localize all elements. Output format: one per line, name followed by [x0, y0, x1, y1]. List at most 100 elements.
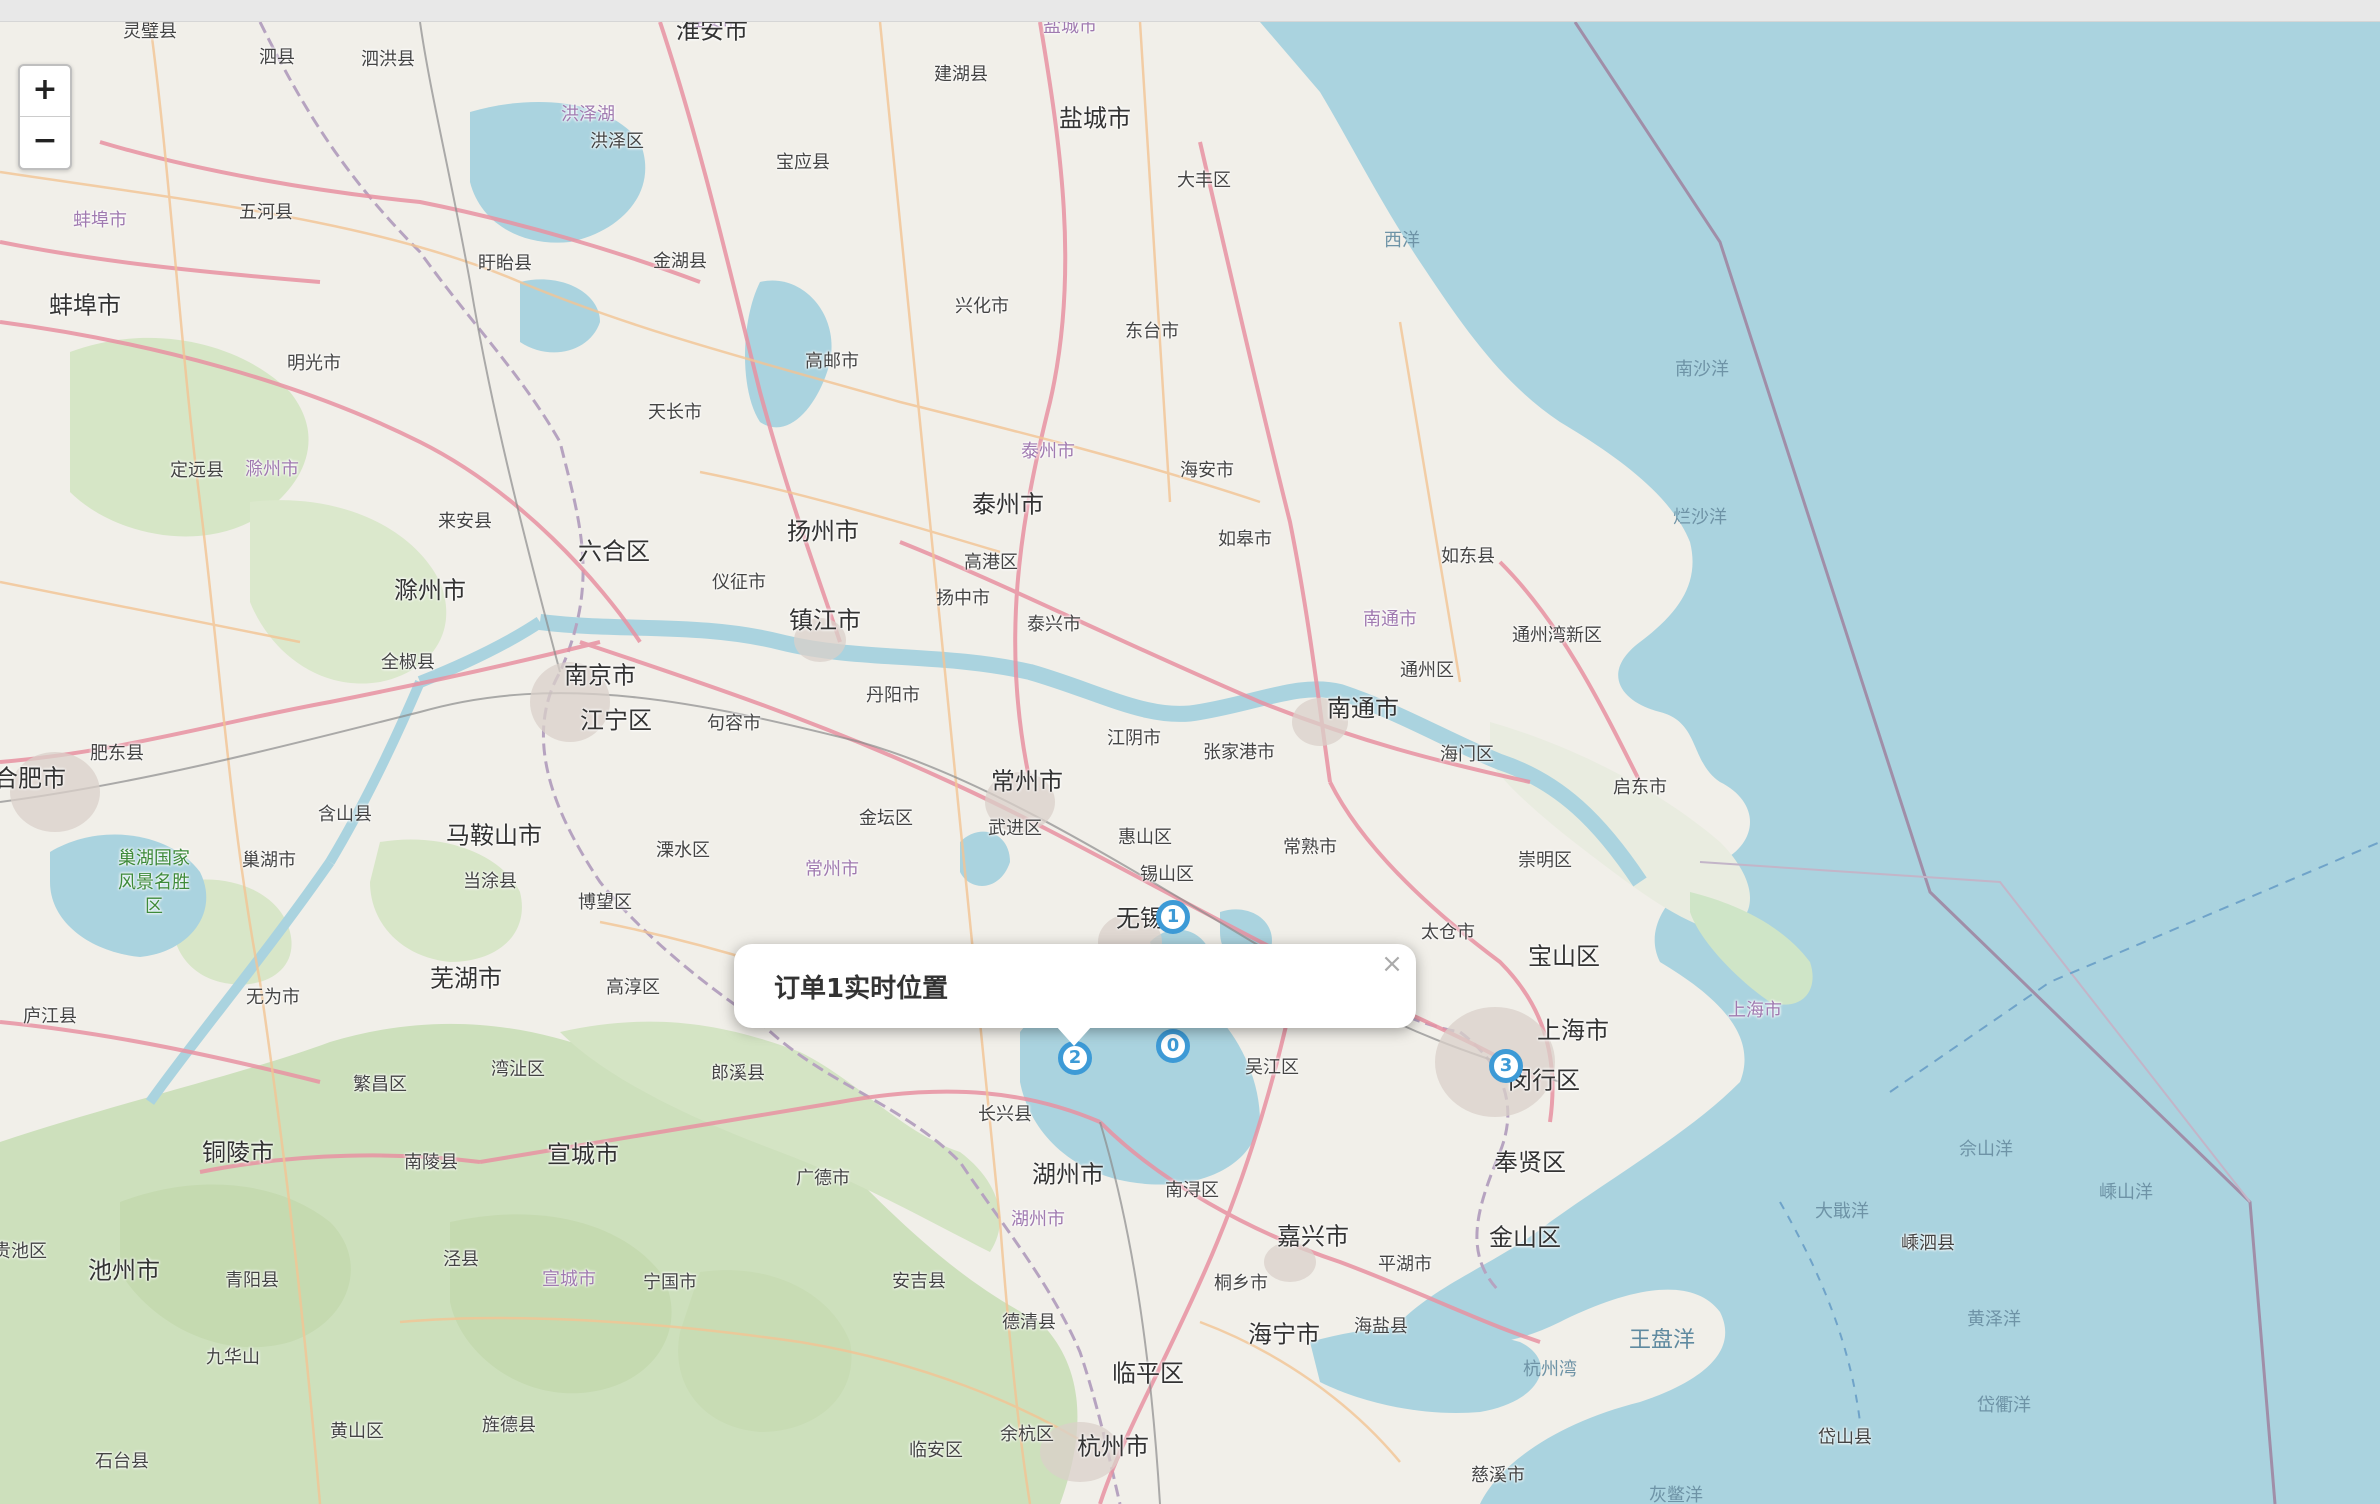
town-label: 盱眙县: [478, 253, 532, 274]
city-label: 池州市: [88, 1256, 160, 1285]
town-label: 长兴县: [978, 1104, 1032, 1125]
sea-label: 王盘洋: [1628, 1328, 1696, 1353]
region-label: 泰州市: [1021, 441, 1075, 462]
town-label: 含山县: [318, 804, 372, 825]
town-label: 常熟市: [1283, 837, 1337, 858]
town-label: 石台县: [95, 1451, 149, 1472]
popup-close-button[interactable]: ×: [1378, 950, 1406, 978]
city-label: 宣城市: [547, 1140, 619, 1169]
town-label: 繁昌区: [353, 1074, 407, 1095]
city-label: 镇江市: [789, 606, 861, 635]
city-label: 江宁区: [580, 706, 652, 735]
park-label: 巢湖国家 风景名胜 区: [118, 848, 190, 917]
city-label: 马鞍山市: [446, 821, 542, 850]
town-label: 丹阳市: [866, 685, 920, 706]
town-label: 岱山县: [1818, 1427, 1872, 1448]
city-label: 泰州市: [972, 490, 1044, 519]
city-label: 嘉兴市: [1277, 1222, 1349, 1251]
town-label: 吴江区: [1245, 1057, 1299, 1078]
popup-tip: [1056, 1026, 1092, 1046]
zoom-out-button[interactable]: −: [20, 117, 70, 167]
city-label: 海宁市: [1248, 1320, 1320, 1349]
town-label: 海门区: [1440, 744, 1494, 765]
city-label: 滁州市: [394, 576, 466, 605]
town-label: 平湖市: [1378, 1254, 1432, 1275]
city-label: 临平区: [1112, 1359, 1184, 1388]
sea-label: 南沙洋: [1675, 359, 1729, 380]
sea-label: 灰鳖洋: [1649, 1485, 1703, 1504]
town-label: 临安区: [909, 1440, 963, 1461]
town-label: 南陵县: [404, 1152, 458, 1173]
town-label: 泗洪县: [361, 49, 415, 70]
town-label: 宁国市: [643, 1272, 697, 1293]
sea-label: 嵊山洋: [2099, 1182, 2153, 1203]
city-label: 金山区: [1489, 1223, 1561, 1252]
town-label: 泰兴市: [1027, 614, 1081, 635]
town-label: 建湖县: [934, 64, 988, 85]
town-label: 余杭区: [1000, 1424, 1054, 1445]
location-popup: 订单1实时位置 ×: [734, 944, 1416, 1046]
town-label: 句容市: [707, 713, 761, 734]
town-label: 启东市: [1613, 777, 1667, 798]
region-label: 常州市: [805, 859, 859, 880]
city-label: 上海市: [1537, 1016, 1609, 1045]
town-label: 海安市: [1180, 460, 1234, 481]
city-label: 奉贤区: [1494, 1148, 1566, 1177]
town-label: 安吉县: [892, 1271, 946, 1292]
sea-label: 黄泽洋: [1967, 1309, 2021, 1330]
town-label: 高港区: [964, 552, 1018, 573]
location-marker-2[interactable]: 2: [1058, 1041, 1092, 1075]
town-label: 巢湖市: [242, 850, 296, 871]
city-label: 铜陵市: [202, 1138, 274, 1167]
town-label: 无为市: [246, 987, 300, 1008]
city-label: 六合区: [578, 537, 650, 566]
region-label: 滁州市: [245, 459, 299, 480]
region-label: 宣城市: [542, 1269, 596, 1290]
popup-title: 订单1实时位置: [774, 974, 949, 1004]
region-label: 盐城市: [1043, 22, 1097, 37]
region-label: 洪泽湖: [561, 104, 615, 125]
location-marker-0[interactable]: 0: [1156, 1029, 1190, 1063]
town-label: 泗县: [259, 47, 295, 68]
city-label: 合肥市: [0, 764, 66, 793]
town-label: 九华山: [206, 1347, 260, 1368]
town-label: 兴化市: [955, 296, 1009, 317]
town-label: 通州湾新区: [1512, 625, 1602, 646]
town-label: 黄山区: [330, 1421, 384, 1442]
browser-top-bar: [0, 0, 2380, 22]
town-label: 桐乡市: [1214, 1273, 1268, 1294]
sea-label: 上海市: [1728, 1000, 1782, 1021]
town-label: 如皋市: [1218, 529, 1272, 550]
town-label: 泾县: [443, 1249, 479, 1270]
town-label: 武进区: [988, 818, 1042, 839]
sea-label: 佘山洋: [1959, 1139, 2013, 1160]
town-label: 太仓市: [1421, 922, 1475, 943]
region-label: 南通市: [1363, 609, 1417, 630]
zoom-in-button[interactable]: +: [20, 66, 70, 117]
town-label: 郎溪县: [711, 1063, 765, 1084]
city-label: 杭州市: [1077, 1432, 1149, 1461]
town-label: 南浔区: [1165, 1180, 1219, 1201]
town-label: 广德市: [796, 1168, 850, 1189]
town-label: 高淳区: [606, 977, 660, 998]
town-label: 金湖县: [653, 251, 707, 272]
town-label: 张家港市: [1203, 742, 1275, 763]
city-label: 湖州市: [1032, 1160, 1104, 1189]
town-label: 肥东县: [90, 743, 144, 764]
sea-label: 大戢洋: [1815, 1201, 1869, 1222]
town-label: 崇明区: [1518, 850, 1572, 871]
location-marker-3[interactable]: 3: [1489, 1049, 1523, 1083]
town-label: 慈溪市: [1471, 1465, 1525, 1486]
city-label: 淮安市: [676, 22, 748, 45]
zoom-control: + −: [18, 64, 72, 170]
city-label: 常州市: [991, 767, 1063, 796]
town-label: 全椒县: [381, 652, 435, 673]
town-label: 宝应县: [776, 152, 830, 173]
town-label: 海盐县: [1354, 1316, 1408, 1337]
town-label: 旌德县: [482, 1415, 536, 1436]
location-marker-1[interactable]: 1: [1156, 900, 1190, 934]
town-label: 溧水区: [656, 840, 710, 861]
city-label: 宝山区: [1528, 942, 1600, 971]
map-view[interactable]: + − 淮安市 洪泽湖 盐城市 蚌埠市 滁州市 泰州市 南通市 常州市 宣城市 …: [0, 22, 2380, 1504]
city-label: 南京市: [564, 661, 636, 690]
